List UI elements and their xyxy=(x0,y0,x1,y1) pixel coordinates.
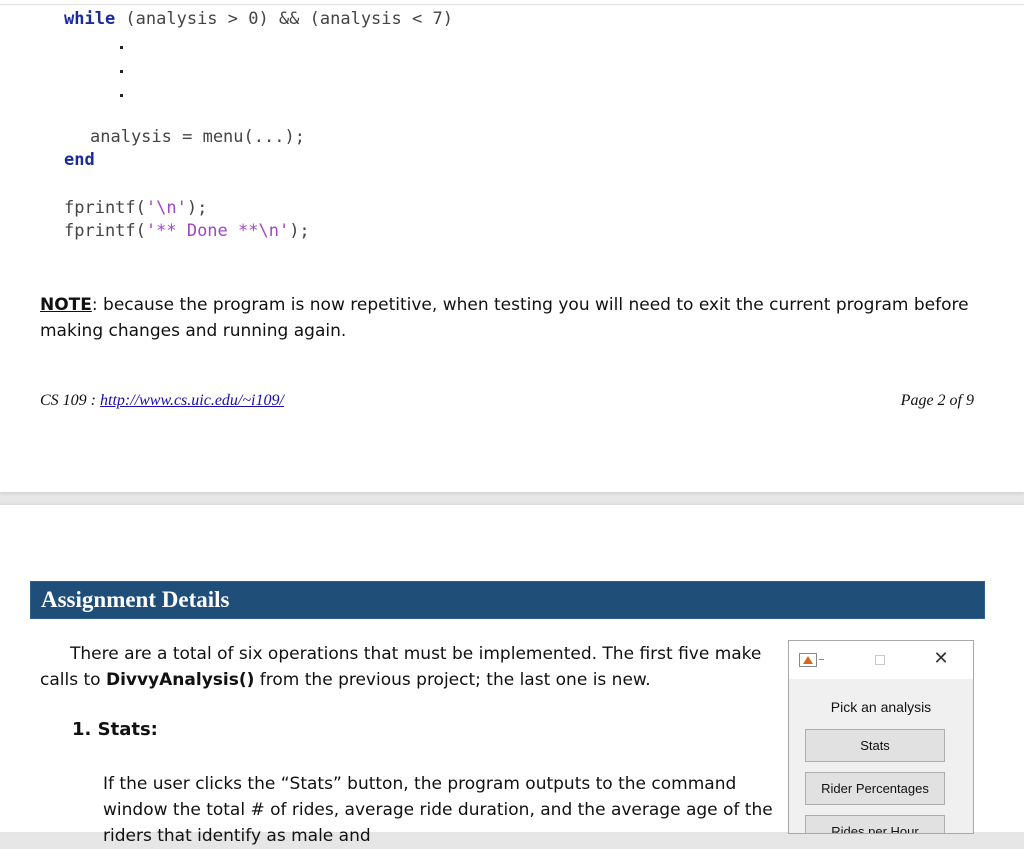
rider-percentages-button[interactable]: Rider Percentages xyxy=(805,772,945,805)
code-keyword-while: while xyxy=(64,9,116,29)
code-fprintf-end: ); xyxy=(289,221,310,241)
dialog-titlebar: ✕ xyxy=(789,641,973,679)
close-icon[interactable]: ✕ xyxy=(931,649,951,669)
ellipsis-dot xyxy=(120,70,123,73)
document-page-1: while (analysis > 0) && (analysis < 7) a… xyxy=(0,0,1024,492)
code-end-line: end xyxy=(64,149,95,171)
code-fprintf-call: fprintf( xyxy=(64,198,146,218)
code-fprintf-newline: fprintf('\n'); xyxy=(64,197,207,219)
stats-description: If the user clicks the “Stats” button, t… xyxy=(103,774,773,846)
intro-text-end: from the previous project; the last one … xyxy=(254,670,651,690)
matlab-app-icon xyxy=(799,653,824,667)
pick-analysis-dialog: ✕ Pick an analysis Stats Rider Percentag… xyxy=(788,640,974,834)
footer-course-label: CS 109 : xyxy=(40,392,100,409)
code-string-literal: '\n' xyxy=(145,198,187,218)
code-string-literal: '** Done **\n' xyxy=(145,221,290,241)
note-paragraph: NOTE: because the program is now repetit… xyxy=(40,292,980,344)
function-name: DivvyAnalysis() xyxy=(105,670,255,690)
maximize-icon[interactable] xyxy=(875,655,885,665)
stats-button[interactable]: Stats xyxy=(805,729,945,762)
stats-heading: 1. Stats: xyxy=(72,719,158,740)
ellipsis-dot xyxy=(120,94,123,97)
section-header-assignment-details: Assignment Details xyxy=(30,581,985,619)
rides-per-hour-button[interactable]: Rides per Hour xyxy=(805,815,945,833)
note-label: NOTE xyxy=(40,295,92,315)
code-fprintf-done: fprintf('** Done **\n'); xyxy=(64,220,310,242)
page-footer-course: CS 109 : http://www.cs.uic.edu/~i109/ xyxy=(40,392,284,410)
code-while-line: while (analysis > 0) && (analysis < 7) xyxy=(64,8,453,30)
footer-course-link[interactable]: http://www.cs.uic.edu/~i109/ xyxy=(100,392,284,409)
intro-paragraph: There are a total of six operations that… xyxy=(40,641,770,693)
document-page-2: Assignment Details There are a total of … xyxy=(0,505,1024,846)
dialog-prompt: Pick an analysis xyxy=(830,699,932,715)
code-while-condition: (analysis > 0) && (analysis < 7) xyxy=(115,9,453,29)
note-text: : because the program is now repetitive,… xyxy=(40,295,969,341)
ellipsis-dot xyxy=(120,46,123,49)
code-fprintf-call: fprintf( xyxy=(64,221,146,241)
code-fprintf-end: ); xyxy=(186,198,208,218)
code-assign-line: analysis = menu(...); xyxy=(90,127,305,147)
code-keyword-end: end xyxy=(64,150,95,170)
page-number: Page 2 of 9 xyxy=(900,392,974,409)
page-top-border xyxy=(0,4,1024,5)
